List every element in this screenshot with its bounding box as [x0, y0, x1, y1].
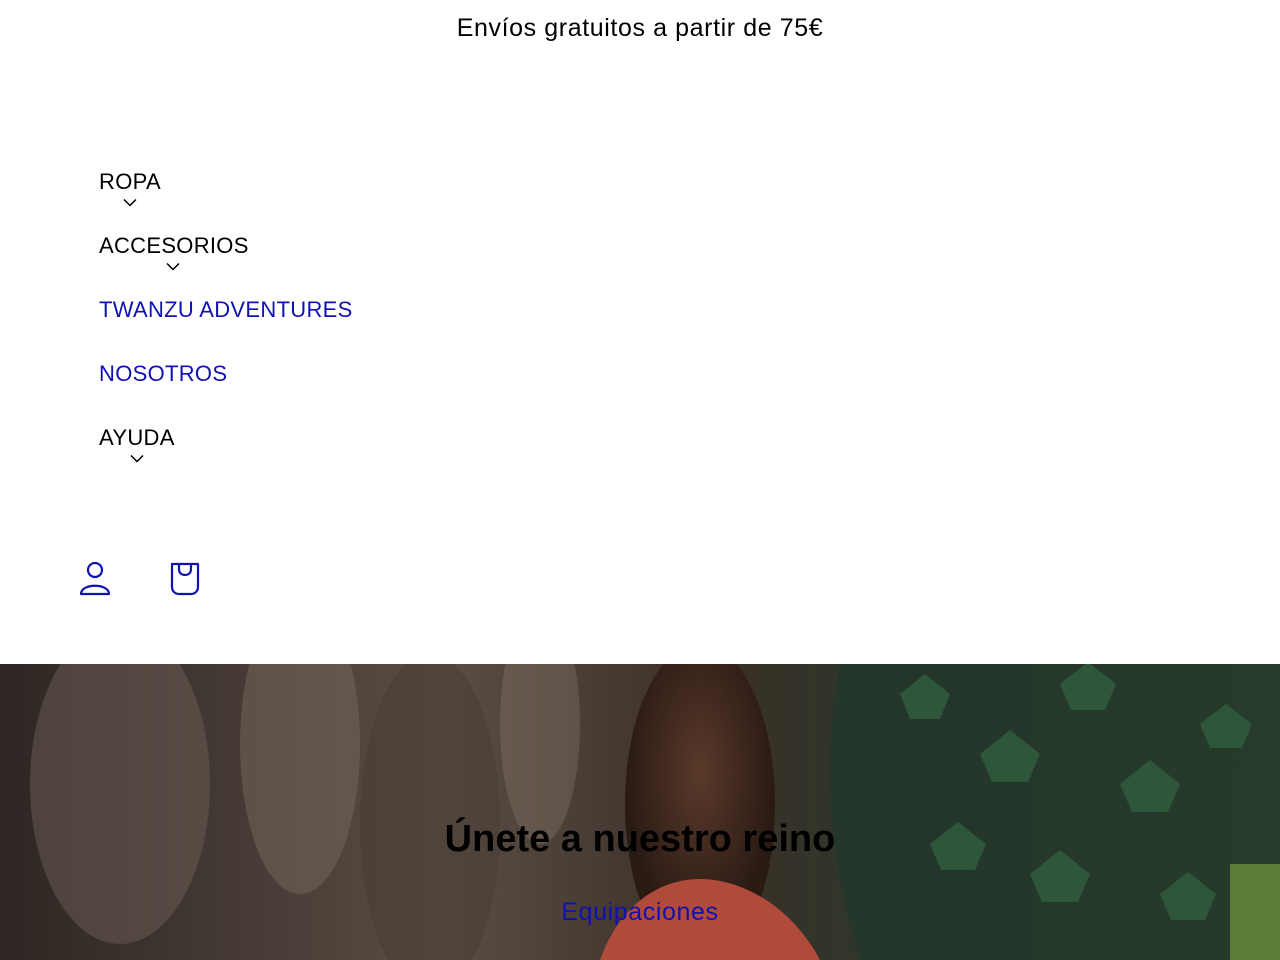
chevron-down-icon[interactable]	[130, 454, 144, 463]
nav-item-nosotros[interactable]: NOSOTROS	[99, 352, 353, 416]
nav-item-twanzu-adventures[interactable]: TWANZU ADVENTURES	[99, 288, 353, 352]
main-nav: ROPA ACCESORIOS TWANZU ADVENTURES NOSOTR…	[99, 160, 353, 480]
announcement-text: Envíos gratuitos a partir de 75€	[456, 13, 824, 42]
chevron-down-icon[interactable]	[123, 198, 137, 207]
page: Envíos gratuitos a partir de 75€ ROPA AC…	[0, 0, 1280, 960]
announcement-bar: Envíos gratuitos a partir de 75€	[0, 0, 1280, 56]
hero-link-equipaciones[interactable]: Equipaciones	[0, 898, 1280, 927]
chevron-down-icon[interactable]	[166, 262, 180, 271]
nav-item-accesorios[interactable]: ACCESORIOS	[99, 224, 353, 288]
nav-item-ayuda[interactable]: AYUDA	[99, 416, 353, 480]
user-icon[interactable]	[78, 559, 112, 597]
account-button[interactable]	[78, 558, 112, 598]
hero-title: Únete a nuestro reino	[444, 818, 836, 860]
header-icons	[78, 558, 202, 598]
hero-banner: Únete a nuestro reino Equipaciones	[0, 664, 1280, 960]
nav-item-label[interactable]: NOSOTROS	[99, 352, 227, 396]
nav-item-ropa[interactable]: ROPA	[99, 160, 353, 224]
nav-item-label[interactable]: TWANZU ADVENTURES	[99, 288, 353, 332]
shopping-bag-icon[interactable]	[168, 559, 202, 597]
cart-button[interactable]	[168, 558, 202, 598]
